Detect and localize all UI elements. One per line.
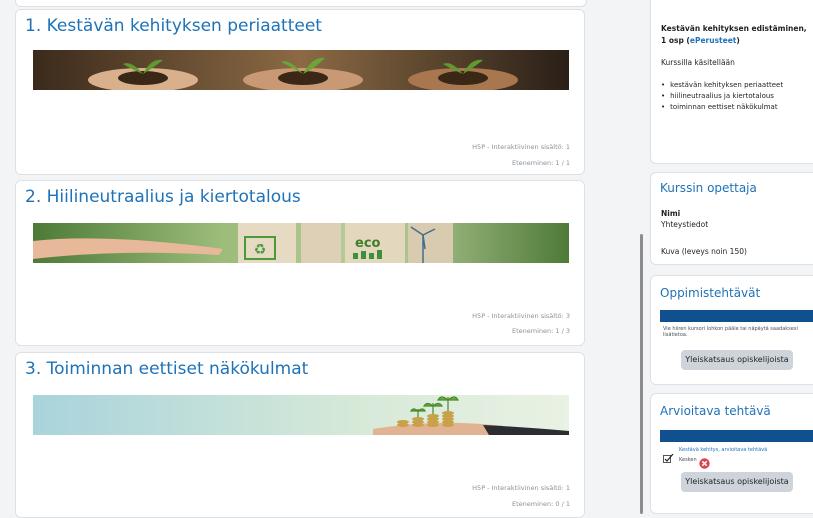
tasks-hint: Vie hiiren kursori lohkon pääle tai näpä… bbox=[663, 326, 798, 338]
topic-list: kestävän kehityksen periaatteet hiilineu… bbox=[661, 80, 783, 113]
course-intro: Kurssilla käsitellään bbox=[661, 58, 735, 67]
section-title[interactable]: 3. Toiminnan eettiset näkökulmat bbox=[25, 359, 308, 379]
activity-info: H5P - Interaktiivinen sisältö: 3 bbox=[472, 312, 570, 320]
graded-task-status: Kesken bbox=[679, 457, 697, 463]
eperusteet-link[interactable]: ePerusteet bbox=[690, 36, 737, 45]
course-section-card: 3. Toiminnan eettiset näkökulmat H5P - I… bbox=[15, 352, 585, 518]
list-item: toiminnan eettiset näkökulmat bbox=[661, 102, 783, 113]
incomplete-icon bbox=[699, 454, 710, 469]
learning-tasks-block: Oppimistehtävät Vie hiiren kursori lohko… bbox=[650, 275, 813, 385]
checkbox-icon[interactable] bbox=[663, 448, 674, 463]
activity-info: H5P - Interaktiivinen sisältö: 1 bbox=[472, 484, 570, 492]
progress-info: Eteneminen: 1 / 3 bbox=[512, 327, 570, 335]
teacher-block: Kurssin opettaja Nimi Yhteystiedot Kuva … bbox=[650, 172, 813, 265]
teacher-heading: Kurssin opettaja bbox=[660, 181, 757, 195]
tasks-heading: Oppimistehtävät bbox=[660, 286, 761, 300]
graded-progress-bar[interactable] bbox=[660, 430, 813, 442]
teacher-photo-placeholder: Kuva (leveys noin 150) bbox=[661, 247, 747, 256]
scrollbar[interactable] bbox=[640, 234, 643, 514]
task-progress-bar[interactable] bbox=[660, 310, 813, 322]
course-title-line2: 1 osp (ePerusteet) bbox=[661, 36, 740, 45]
section-title[interactable]: 1. Kestävän kehityksen periaatteet bbox=[25, 16, 322, 36]
eco-text: eco bbox=[355, 236, 381, 251]
graded-task-block: Arvioitava tehtävä Kestävä kehitys, arvi… bbox=[650, 393, 813, 514]
course-info-block: Kestävän kehityksen edistäminen, 1 osp (… bbox=[650, 0, 813, 164]
svg-text:♻: ♻ bbox=[254, 242, 267, 258]
course-section-card: 1. Kestävän kehityksen periaatteet H5P -… bbox=[15, 9, 585, 175]
section-banner-image bbox=[33, 50, 569, 90]
student-overview-button[interactable]: Yleiskatsaus opiskelijoista bbox=[681, 350, 793, 370]
progress-info: Eteneminen: 0 / 1 bbox=[512, 500, 570, 508]
list-item: hiilineutraalius ja kiertotalous bbox=[661, 91, 783, 102]
graded-heading: Arvioitava tehtävä bbox=[660, 404, 771, 418]
teacher-name: Nimi bbox=[661, 209, 681, 218]
course-section-card: 2. Hiilineutraalius ja kiertotalous ♻ ec… bbox=[15, 180, 585, 346]
course-title-line1: Kestävän kehityksen edistäminen, bbox=[661, 24, 807, 33]
section-banner-image bbox=[33, 395, 569, 435]
section-banner-image: ♻ eco bbox=[33, 223, 569, 263]
graded-task-link[interactable]: Kestävä kehitys, arvioitava tehtävä bbox=[679, 447, 767, 453]
teacher-contact: Yhteystiedot bbox=[661, 220, 709, 229]
progress-info: Eteneminen: 1 / 1 bbox=[512, 159, 570, 167]
student-overview-button[interactable]: Yleiskatsaus opiskelijoista bbox=[681, 472, 793, 492]
list-item: kestävän kehityksen periaatteet bbox=[661, 80, 783, 91]
activity-info: H5P - Interaktiivinen sisältö: 1 bbox=[472, 143, 570, 151]
main-content: 1. Kestävän kehityksen periaatteet H5P -… bbox=[0, 0, 600, 518]
section-title[interactable]: 2. Hiilineutraalius ja kiertotalous bbox=[25, 187, 301, 207]
previous-card-bottom bbox=[15, 0, 587, 7]
